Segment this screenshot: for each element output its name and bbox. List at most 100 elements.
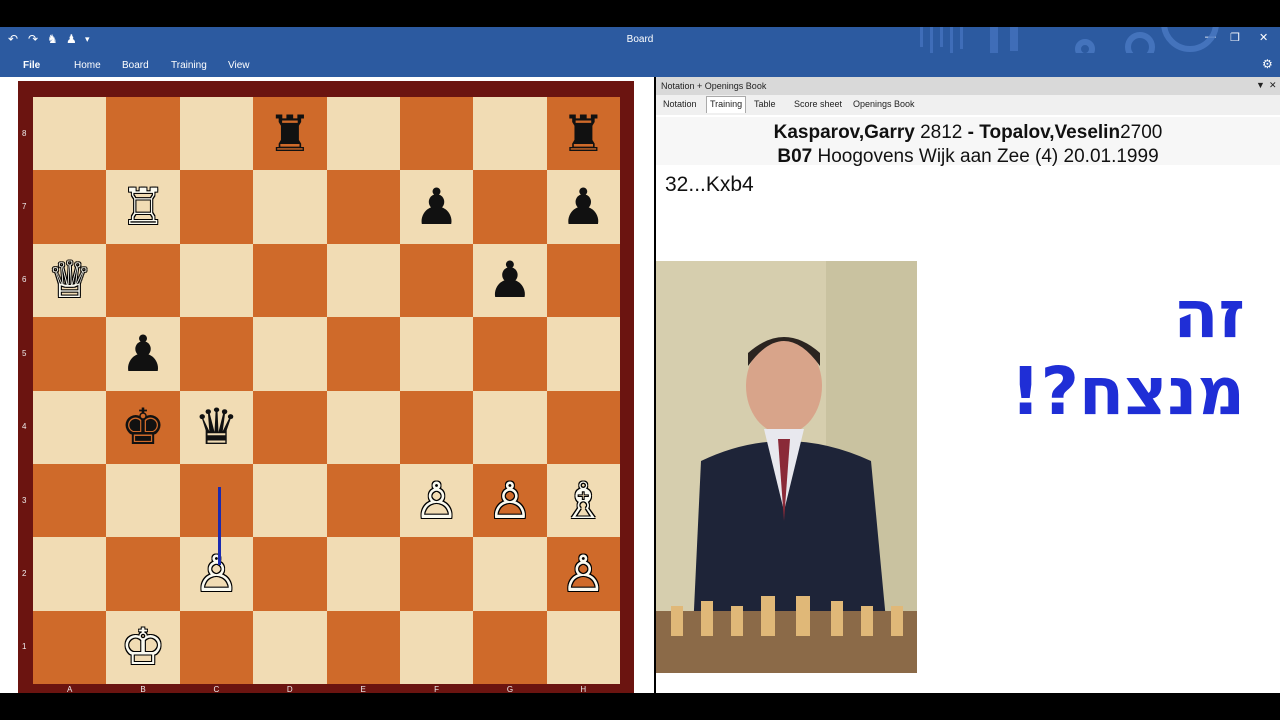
square-a5[interactable] xyxy=(33,317,107,391)
menu-training[interactable]: Training xyxy=(171,60,207,71)
white-bishop-h3[interactable]: ♗ xyxy=(561,476,606,526)
menu-home[interactable]: Home xyxy=(74,60,101,71)
square-b6[interactable] xyxy=(106,243,180,318)
square-b4[interactable]: ♚ xyxy=(106,390,180,464)
tab-openings-book[interactable]: Openings Book xyxy=(853,99,915,109)
square-b3[interactable] xyxy=(106,463,180,538)
square-h3[interactable]: ♗ xyxy=(546,463,620,538)
square-e7[interactable] xyxy=(326,170,400,244)
square-c7[interactable] xyxy=(179,170,254,244)
square-c1[interactable] xyxy=(179,610,254,684)
square-h1[interactable] xyxy=(546,610,620,684)
rank-label: 6 xyxy=(22,275,27,285)
square-a3[interactable] xyxy=(33,463,107,538)
tab-table[interactable]: Table xyxy=(754,99,776,109)
square-f4[interactable] xyxy=(399,390,474,464)
square-g1[interactable] xyxy=(473,610,547,684)
square-b1[interactable]: ♔ xyxy=(106,610,180,684)
square-c5[interactable] xyxy=(179,317,254,391)
square-e4[interactable] xyxy=(326,390,400,464)
menu-file[interactable]: File xyxy=(23,60,40,71)
square-d3[interactable] xyxy=(253,463,327,538)
square-c3[interactable] xyxy=(179,463,254,538)
white-king-b1[interactable]: ♔ xyxy=(121,622,166,672)
square-g4[interactable] xyxy=(473,390,547,464)
square-h2[interactable]: ♙ xyxy=(546,537,620,611)
square-c6[interactable] xyxy=(179,243,254,318)
black-queen-c4[interactable]: ♛ xyxy=(194,402,239,452)
panel-close-icon[interactable]: ✕ xyxy=(1269,80,1277,91)
square-g2[interactable] xyxy=(473,537,547,611)
square-a4[interactable] xyxy=(33,390,107,464)
menu-board[interactable]: Board xyxy=(122,60,149,71)
current-move[interactable]: 32...Kxb4 xyxy=(665,173,754,197)
square-f5[interactable] xyxy=(399,317,474,391)
help-icon[interactable]: ⚙ xyxy=(1262,57,1273,71)
square-d6[interactable] xyxy=(253,243,327,318)
rank-label: 4 xyxy=(22,422,27,432)
tab-notation[interactable]: Notation xyxy=(663,99,697,109)
player-photo xyxy=(656,261,917,673)
square-c4[interactable]: ♛ xyxy=(179,390,254,464)
square-e5[interactable] xyxy=(326,317,400,391)
square-f3[interactable]: ♙ xyxy=(399,463,474,538)
black-rook-d8[interactable]: ♜ xyxy=(267,109,312,159)
square-b7[interactable]: ♖ xyxy=(106,170,180,244)
square-h6[interactable] xyxy=(546,243,620,318)
square-e2[interactable] xyxy=(326,537,400,611)
black-pawn-h7[interactable]: ♟ xyxy=(561,182,606,232)
square-d8[interactable]: ♜ xyxy=(253,97,327,171)
black-rook-h8[interactable]: ♜ xyxy=(561,109,606,159)
chess-board[interactable]: ♜ ♜ ♖ ♟ ♟ ♕ ♟ ♟ ♚ ♛ ♙ ♙ ♗ ♙ ♙ ♔ xyxy=(33,97,620,684)
square-a2[interactable] xyxy=(33,537,107,611)
black-pawn-b5[interactable]: ♟ xyxy=(121,329,166,379)
square-f2[interactable] xyxy=(399,537,474,611)
square-a7[interactable] xyxy=(33,170,107,244)
square-d7[interactable] xyxy=(253,170,327,244)
panel-dropdown-icon[interactable]: ▼ xyxy=(1256,80,1265,90)
square-d5[interactable] xyxy=(253,317,327,391)
square-g6[interactable]: ♟ xyxy=(473,243,547,318)
square-f7[interactable]: ♟ xyxy=(399,170,474,244)
square-g3[interactable]: ♙ xyxy=(473,463,547,538)
white-queen-a6[interactable]: ♕ xyxy=(47,255,92,305)
square-a6[interactable]: ♕ xyxy=(33,243,107,318)
square-b5[interactable]: ♟ xyxy=(106,317,180,391)
square-e6[interactable] xyxy=(326,243,400,318)
square-b2[interactable] xyxy=(106,537,180,611)
white-pawn-c2[interactable]: ♙ xyxy=(194,549,239,599)
white-pawn-h2[interactable]: ♙ xyxy=(561,549,606,599)
black-pawn-g6[interactable]: ♟ xyxy=(488,255,533,305)
white-elo: 2812 xyxy=(920,122,963,143)
square-f1[interactable] xyxy=(399,610,474,684)
square-e1[interactable] xyxy=(326,610,400,684)
square-e3[interactable] xyxy=(326,463,400,538)
black-king-b4[interactable]: ♚ xyxy=(121,402,166,452)
close-icon[interactable]: ✕ xyxy=(1259,31,1268,44)
square-a1[interactable] xyxy=(33,610,107,684)
square-h4[interactable] xyxy=(546,390,620,464)
square-g8[interactable] xyxy=(473,97,547,171)
white-pawn-f3[interactable]: ♙ xyxy=(414,476,459,526)
menu-view[interactable]: View xyxy=(228,60,250,71)
square-h8[interactable]: ♜ xyxy=(546,97,620,171)
tab-score-sheet[interactable]: Score sheet xyxy=(794,99,842,109)
square-a8[interactable] xyxy=(33,97,107,171)
square-d2[interactable] xyxy=(253,537,327,611)
square-d4[interactable] xyxy=(253,390,327,464)
square-g5[interactable] xyxy=(473,317,547,391)
white-pawn-g3[interactable]: ♙ xyxy=(488,476,533,526)
square-h7[interactable]: ♟ xyxy=(546,170,620,244)
square-g7[interactable] xyxy=(473,170,547,244)
white-rook-b7[interactable]: ♖ xyxy=(121,182,166,232)
square-b8[interactable] xyxy=(106,97,180,171)
square-c8[interactable] xyxy=(179,97,254,171)
square-f6[interactable] xyxy=(399,243,474,318)
square-c2[interactable]: ♙ xyxy=(179,537,254,611)
tab-training[interactable]: Training xyxy=(706,96,747,113)
square-e8[interactable] xyxy=(326,97,400,171)
square-d1[interactable] xyxy=(253,610,327,684)
black-pawn-f7[interactable]: ♟ xyxy=(414,182,459,232)
square-h5[interactable] xyxy=(546,317,620,391)
square-f8[interactable] xyxy=(399,97,474,171)
